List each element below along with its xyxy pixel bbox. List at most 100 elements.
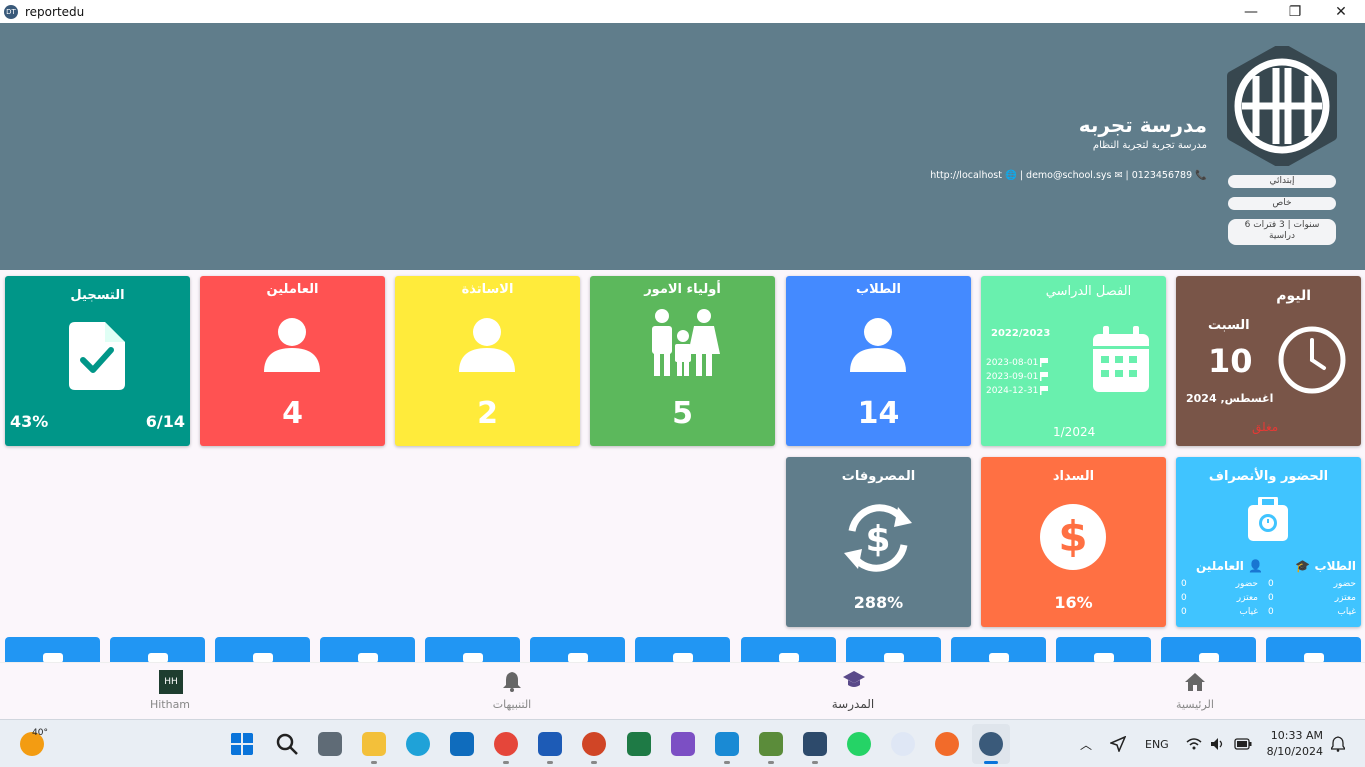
attendance-label: معتزر xyxy=(1334,593,1356,603)
svg-text:$: $ xyxy=(1058,512,1087,561)
semester-date-1: 2023-08-01 xyxy=(986,358,1039,368)
search-icon[interactable] xyxy=(275,732,299,756)
chrome-icon[interactable] xyxy=(494,732,518,756)
svg-text:$: $ xyxy=(865,519,890,560)
outlook-icon[interactable] xyxy=(450,732,474,756)
tile-today[interactable]: اليوم السبت 10 اغسطس, 2024 مغلق xyxy=(1176,276,1361,446)
app-icon[interactable] xyxy=(935,732,959,756)
shortcut-button[interactable] xyxy=(215,637,310,662)
volume-icon[interactable] xyxy=(1210,737,1226,751)
chevron-up-icon[interactable]: ︿ xyxy=(1080,736,1092,753)
language-indicator[interactable]: ENG xyxy=(1145,738,1169,751)
running-indicator xyxy=(503,761,509,764)
clock-time[interactable]: 10:33 AM xyxy=(1263,729,1323,742)
today-day: 10 xyxy=(1208,342,1253,380)
shortcut-button[interactable] xyxy=(1161,637,1256,662)
shortcut-button[interactable] xyxy=(530,637,625,662)
attendance-students-label: 🎓 الطلاب xyxy=(1295,559,1356,573)
reportedu-app-icon[interactable] xyxy=(979,732,1003,756)
tile-guardians-title: أولياء الامور xyxy=(644,282,721,297)
notification-bell-icon[interactable] xyxy=(1331,736,1345,752)
years-pill: 6 سنوات | 3 فترات دراسية xyxy=(1228,219,1336,245)
location-icon[interactable] xyxy=(1110,736,1126,752)
timecard-icon xyxy=(1248,497,1288,541)
school-subtitle: مدرسة تجربة لتجربة النظام xyxy=(1092,140,1207,151)
powerpoint-icon[interactable] xyxy=(582,732,606,756)
type-pill: خاص xyxy=(1228,197,1336,210)
tile-semester[interactable]: الفصل الدراسي 2022/2023 2023-08-01 2023-… xyxy=(981,276,1166,446)
school-contact: http://localhost 🌐 | demo@school.sys ✉ |… xyxy=(930,170,1207,181)
battery-icon[interactable] xyxy=(1234,738,1252,750)
bottom-navigation: الرئيسية المدرسة التنبيهات HH Hitham xyxy=(0,662,1365,719)
app-icon[interactable] xyxy=(891,732,915,756)
attendance-workers-label: العاملين 👤 xyxy=(1196,559,1264,573)
nav-notifications[interactable]: التنبيهات xyxy=(452,663,572,720)
restore-button[interactable]: ❐ xyxy=(1272,0,1318,23)
clock-date[interactable]: 8/10/2024 xyxy=(1263,745,1323,758)
whatsapp-icon[interactable] xyxy=(847,732,871,756)
excel-icon[interactable] xyxy=(627,732,651,756)
shortcut-button[interactable] xyxy=(741,637,836,662)
tile-payments[interactable]: السداد $ 16% xyxy=(981,457,1166,627)
wifi-icon[interactable] xyxy=(1186,737,1202,751)
file-explorer-icon[interactable] xyxy=(362,732,386,756)
shortcut-button[interactable] xyxy=(951,637,1046,662)
running-indicator xyxy=(812,761,818,764)
attendance-value: 0 xyxy=(1268,593,1274,603)
calculator-icon[interactable] xyxy=(318,732,342,756)
currency-exchange-icon: $ xyxy=(844,504,912,572)
teachers-count: 2 xyxy=(477,396,498,431)
nav-school[interactable]: المدرسة xyxy=(793,663,913,720)
tile-students[interactable]: الطلاب 14 xyxy=(786,276,971,446)
app-icon[interactable] xyxy=(759,732,783,756)
semester-term: 1/2024 xyxy=(1053,425,1096,439)
workers-count: 4 xyxy=(282,396,303,431)
tile-semester-title: الفصل الدراسي xyxy=(1045,284,1132,299)
attendance-value: 0 xyxy=(1268,579,1274,589)
window-titlebar: DT reportedu — ❐ ✕ xyxy=(0,0,1365,23)
shortcut-button[interactable] xyxy=(846,637,941,662)
edge-icon[interactable] xyxy=(406,732,430,756)
graduation-cap-icon xyxy=(843,671,865,687)
payments-percent: 16% xyxy=(1054,593,1093,612)
running-indicator xyxy=(547,761,553,764)
tile-expenses[interactable]: المصروفات $ 288% xyxy=(786,457,971,627)
attendance-value: 0 xyxy=(1181,607,1187,617)
home-icon xyxy=(1185,673,1205,691)
nav-user[interactable]: HH Hitham xyxy=(110,663,230,720)
shortcut-button[interactable] xyxy=(320,637,415,662)
shortcut-button[interactable] xyxy=(425,637,520,662)
vscode-icon[interactable] xyxy=(715,732,739,756)
shortcut-button[interactable] xyxy=(110,637,205,662)
guardians-count: 5 xyxy=(672,396,693,431)
shortcut-strip xyxy=(0,637,1365,662)
today-status: مغلق xyxy=(1252,420,1279,434)
shortcut-button[interactable] xyxy=(5,637,100,662)
running-indicator xyxy=(371,761,377,764)
tile-teachers-title: الاساتذة xyxy=(461,282,514,297)
nav-home[interactable]: الرئيسية xyxy=(1135,663,1255,720)
nav-home-label: الرئيسية xyxy=(1176,698,1214,711)
today-weekday: السبت xyxy=(1208,318,1250,333)
app-icon[interactable] xyxy=(803,732,827,756)
avatar: HH xyxy=(159,670,183,694)
minimize-button[interactable]: — xyxy=(1228,0,1274,23)
family-icon xyxy=(652,309,720,376)
visual-studio-icon[interactable] xyxy=(671,732,695,756)
close-button[interactable]: ✕ xyxy=(1318,0,1364,23)
tile-teachers[interactable]: الاساتذة 2 xyxy=(395,276,580,446)
registration-percent: 43% xyxy=(10,412,49,431)
tile-attendance[interactable]: الحضور والأنصراف 🎓 الطلاب العاملين 👤 حضو… xyxy=(1176,457,1361,627)
shortcut-button[interactable] xyxy=(1266,637,1361,662)
word-icon[interactable] xyxy=(538,732,562,756)
tile-guardians[interactable]: أولياء الامور 5 xyxy=(590,276,775,446)
tile-workers[interactable]: العاملين 4 xyxy=(200,276,385,446)
shortcut-button[interactable] xyxy=(1056,637,1151,662)
school-name: مدرسة تجربه xyxy=(1078,113,1207,137)
shortcut-button[interactable] xyxy=(635,637,730,662)
running-indicator xyxy=(591,761,597,764)
tile-registration[interactable]: التسجيل 43% 6/14 xyxy=(5,276,190,446)
attendance-value: 0 xyxy=(1268,607,1274,617)
windows-start-icon[interactable] xyxy=(230,732,254,756)
attendance-label: حضور xyxy=(1235,579,1258,589)
